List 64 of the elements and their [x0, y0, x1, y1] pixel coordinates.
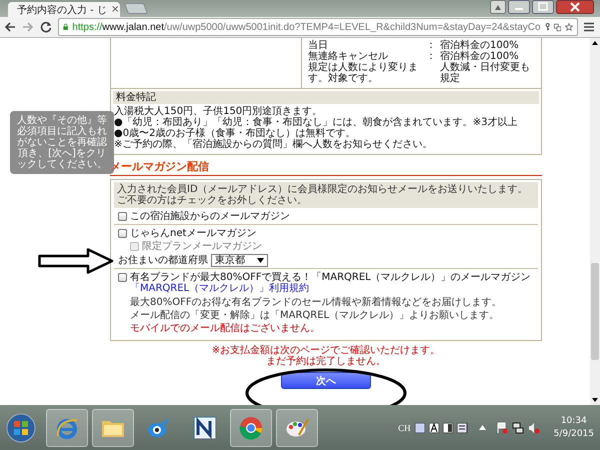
- caret-icon: [257, 258, 264, 263]
- fee-note: ●0歳〜2歳のお子様（食事・布団なし）は無料です。: [114, 128, 356, 139]
- policy-colon: ：: [426, 40, 437, 51]
- close-tab-button[interactable]: ×: [110, 4, 120, 15]
- checkbox[interactable]: [118, 273, 127, 282]
- policy-value: 宿泊料金の100%: [440, 40, 520, 51]
- notice-text: ※お支払金額は次のページでご確認いただけます。: [210, 345, 442, 356]
- tooltip: 人数や『その他』等必須項目に記入もれがないことを再確認頂き、[次へ]をクリックしてください。: [10, 111, 114, 174]
- tab-title: 予約内容の入力 - じ: [17, 4, 107, 16]
- minimize-icon[interactable]: [508, 0, 530, 14]
- checkbox-label: この宿泊施設からのメールマガジン: [130, 211, 290, 222]
- next-button[interactable]: 次へ: [281, 372, 371, 389]
- show-hidden-icon[interactable]: [478, 425, 486, 430]
- ime-mode-icon[interactable]: [428, 422, 439, 432]
- menu-icon[interactable]: [584, 22, 594, 32]
- network-icon[interactable]: [512, 422, 524, 434]
- ime-icon[interactable]: [414, 422, 425, 432]
- policy-value: 宿泊料金の100%: [440, 51, 520, 62]
- palette-icon: [285, 416, 309, 438]
- close-icon[interactable]: [556, 0, 594, 14]
- newsletter-intro: 入力された会員ID（メールアドレス）に会員様限定のお知らせメールをお送りいたします。ご不要の方はチェックをお外しください。: [114, 182, 538, 208]
- ime-tools-icon[interactable]: [456, 422, 469, 432]
- chrome-icon: [239, 416, 263, 440]
- key-icon[interactable]: [544, 21, 550, 33]
- bird-icon: [147, 416, 171, 438]
- star-icon[interactable]: [565, 21, 573, 33]
- reload-icon[interactable]: [40, 21, 52, 33]
- url-text: https://www.jalan.net/uw/uwp5000/uww5001init.do?TEMP4=LEVEL_R&child3Num=&stayDay=24&stayCo: [72, 22, 541, 32]
- prefecture-label: お住まいの都道府県: [118, 255, 208, 266]
- flag-icon[interactable]: [496, 422, 508, 434]
- prefecture-select[interactable]: 東京都: [211, 254, 268, 267]
- language-indicator[interactable]: CH: [398, 422, 411, 432]
- fee-notes-title: 料金特記: [113, 91, 539, 104]
- newsletter-note: メール配信の「変更・解除」は「MARQREL（マルクレル）」よりお願いします。: [130, 310, 500, 321]
- newsletter-note: モバイルでのメール配信はございません。: [130, 323, 321, 334]
- browser-tab[interactable]: 予約内容の入力 - じ ×: [8, 2, 120, 17]
- policy-label: 当日: [308, 40, 328, 51]
- translate-icon[interactable]: [554, 22, 562, 32]
- policy-value: 人数減・日付変更も規定: [440, 62, 531, 84]
- checkbox-label: じゃらんnetメールマガジン: [130, 228, 256, 239]
- policy-label: 無連絡キャンセル: [308, 51, 388, 62]
- checkbox[interactable]: [118, 212, 127, 221]
- address-bar[interactable]: https://www.jalan.net/uw/uwp5000/uww5001init.do?TEMP4=LEVEL_R&child3Num=&stayDay=24&stayCo: [58, 18, 578, 36]
- checkbox[interactable]: [118, 229, 127, 238]
- terms-link[interactable]: 「MARQREL（マルクレル）」利用規約: [130, 283, 310, 294]
- ime-pad-icon[interactable]: [442, 422, 453, 432]
- app-icon: [194, 416, 216, 438]
- maximize-icon[interactable]: [532, 0, 554, 14]
- clock-time[interactable]: 10:34: [560, 414, 587, 428]
- start-button[interactable]: [6, 412, 36, 442]
- lock-icon: [63, 22, 68, 32]
- back-icon[interactable]: [4, 21, 16, 33]
- checkbox-label: 有名ブランドが最大80%OFFで買える！「MARQREL（マルクレル）」のメールマガジン 「MARQREL（マルクレル）」利用規約: [130, 272, 532, 294]
- policy-colon: ：: [426, 51, 437, 62]
- fee-note: ●「幼児：布団あり」「幼児：食事・布団なし」には、朝食が含まれています。※3才以上: [114, 117, 518, 128]
- volume-icon[interactable]: [528, 422, 540, 434]
- fee-note: ※ご予約の際、「宿泊施設からの質問」欄へ人数をお知らせください。: [114, 139, 434, 150]
- notice-text: まだ予約は完了しません。: [265, 356, 387, 367]
- checkbox-label: 限定プランメールマガジン: [142, 241, 262, 252]
- fee-note: 入湯税大人150円、子供150円別途頂きます。: [114, 106, 324, 117]
- newsletter-note: 最大80%OFFのお得な有名ブランドのセール情報や新着情報などをお届けします。: [130, 297, 503, 308]
- scroll-thumb[interactable]: [591, 263, 599, 360]
- clock-date[interactable]: 5/9/2015: [554, 428, 594, 440]
- policy-label: 規定は人数により変ります。対象です。: [308, 62, 419, 84]
